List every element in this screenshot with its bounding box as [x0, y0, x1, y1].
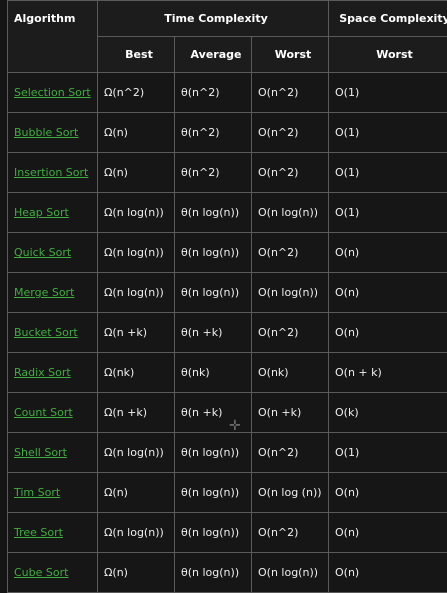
- best-cell: Ω(n log(n)): [98, 193, 175, 233]
- table-row: Count Sort Ω(n +k) θ(n +k) O(n +k) O(k): [8, 393, 447, 433]
- space-cell: O(n): [329, 473, 447, 513]
- average-cell: θ(n +k): [175, 313, 252, 353]
- algorithm-link-heap-sort[interactable]: Heap Sort: [14, 206, 69, 219]
- table-row: Selection Sort Ω(n^2) θ(n^2) O(n^2) O(1): [8, 73, 447, 113]
- worst-cell: O(n log(n)): [252, 193, 329, 233]
- worst-cell: O(n^2): [252, 313, 329, 353]
- worst-cell: O(n^2): [252, 513, 329, 553]
- algorithm-link-count-sort[interactable]: Count Sort: [14, 406, 73, 419]
- average-cell: θ(n^2): [175, 153, 252, 193]
- average-cell: θ(n log(n)): [175, 433, 252, 473]
- best-cell: Ω(n +k): [98, 393, 175, 433]
- table-row: Heap Sort Ω(n log(n)) θ(n log(n)) O(n lo…: [8, 193, 447, 233]
- best-cell: Ω(n log(n)): [98, 513, 175, 553]
- worst-cell: O(n log (n)): [252, 473, 329, 513]
- space-cell: O(n): [329, 273, 447, 313]
- worst-cell: O(n log(n)): [252, 553, 329, 593]
- worst-header: Worst: [252, 37, 329, 73]
- worst-cell: O(n^2): [252, 153, 329, 193]
- space-worst-header: Worst: [329, 37, 447, 73]
- worst-cell: O(n +k): [252, 393, 329, 433]
- algorithm-link-bubble-sort[interactable]: Bubble Sort: [14, 126, 78, 139]
- average-cell: θ(n log(n)): [175, 553, 252, 593]
- best-cell: Ω(n^2): [98, 73, 175, 113]
- best-cell: Ω(n): [98, 113, 175, 153]
- table-row: Radix Sort Ω(nk) θ(nk) O(nk) O(n + k): [8, 353, 447, 393]
- average-cell: θ(n log(n)): [175, 273, 252, 313]
- algorithm-link-bucket-sort[interactable]: Bucket Sort: [14, 326, 78, 339]
- space-cell: O(n): [329, 553, 447, 593]
- best-cell: Ω(n): [98, 553, 175, 593]
- average-cell: θ(n log(n)): [175, 473, 252, 513]
- algorithm-link-tree-sort[interactable]: Tree Sort: [14, 526, 63, 539]
- worst-cell: O(nk): [252, 353, 329, 393]
- average-cell: θ(nk): [175, 353, 252, 393]
- algorithm-link-insertion-sort[interactable]: Insertion Sort: [14, 166, 88, 179]
- algorithm-link-quick-sort[interactable]: Quick Sort: [14, 246, 71, 259]
- algorithm-link-radix-sort[interactable]: Radix Sort: [14, 366, 71, 379]
- space-cell: O(n): [329, 313, 447, 353]
- space-cell: O(1): [329, 433, 447, 473]
- worst-cell: O(n^2): [252, 233, 329, 273]
- space-cell: O(n): [329, 513, 447, 553]
- table-row: Insertion Sort Ω(n) θ(n^2) O(n^2) O(1): [8, 153, 447, 193]
- space-cell: O(1): [329, 193, 447, 233]
- space-cell: O(n): [329, 233, 447, 273]
- complexity-table: Algorithm Time Complexity Space Complexi…: [7, 0, 447, 593]
- average-cell: θ(n log(n)): [175, 513, 252, 553]
- table-row: Tim Sort Ω(n) θ(n log(n)) O(n log (n)) O…: [8, 473, 447, 513]
- algorithm-header: Algorithm: [8, 1, 98, 73]
- algorithm-link-shell-sort[interactable]: Shell Sort: [14, 446, 67, 459]
- best-cell: Ω(n): [98, 473, 175, 513]
- best-cell: Ω(n log(n)): [98, 233, 175, 273]
- best-header: Best: [98, 37, 175, 73]
- worst-cell: O(n^2): [252, 433, 329, 473]
- time-complexity-header: Time Complexity: [98, 1, 329, 37]
- space-cell: O(k): [329, 393, 447, 433]
- move-cursor-icon: ✛: [229, 418, 241, 434]
- best-cell: Ω(n +k): [98, 313, 175, 353]
- table-row: Tree Sort Ω(n log(n)) θ(n log(n)) O(n^2)…: [8, 513, 447, 553]
- best-cell: Ω(n log(n)): [98, 433, 175, 473]
- algorithm-link-cube-sort[interactable]: Cube Sort: [14, 566, 68, 579]
- algorithm-link-selection-sort[interactable]: Selection Sort: [14, 86, 91, 99]
- algorithm-link-tim-sort[interactable]: Tim Sort: [14, 486, 60, 499]
- average-cell: θ(n log(n)): [175, 233, 252, 273]
- average-cell: θ(n log(n)): [175, 193, 252, 233]
- space-cell: O(1): [329, 153, 447, 193]
- space-cell: O(1): [329, 113, 447, 153]
- space-cell: O(n + k): [329, 353, 447, 393]
- space-cell: O(1): [329, 73, 447, 113]
- worst-cell: O(n log(n)): [252, 273, 329, 313]
- table-row: Merge Sort Ω(n log(n)) θ(n log(n)) O(n l…: [8, 273, 447, 313]
- average-header: Average: [175, 37, 252, 73]
- table-row: Quick Sort Ω(n log(n)) θ(n log(n)) O(n^2…: [8, 233, 447, 273]
- average-cell: θ(n^2): [175, 73, 252, 113]
- table-row: Bubble Sort Ω(n) θ(n^2) O(n^2) O(1): [8, 113, 447, 153]
- table-row: Bucket Sort Ω(n +k) θ(n +k) O(n^2) O(n): [8, 313, 447, 353]
- header-row-top: Algorithm Time Complexity Space Complexi…: [8, 1, 447, 37]
- space-complexity-header: Space Complexity: [329, 1, 447, 37]
- best-cell: Ω(nk): [98, 353, 175, 393]
- average-cell: θ(n^2): [175, 113, 252, 153]
- worst-cell: O(n^2): [252, 73, 329, 113]
- worst-cell: O(n^2): [252, 113, 329, 153]
- table-row: Shell Sort Ω(n log(n)) θ(n log(n)) O(n^2…: [8, 433, 447, 473]
- best-cell: Ω(n log(n)): [98, 273, 175, 313]
- best-cell: Ω(n): [98, 153, 175, 193]
- algorithm-link-merge-sort[interactable]: Merge Sort: [14, 286, 74, 299]
- table-row: Cube Sort Ω(n) θ(n log(n)) O(n log(n)) O…: [8, 553, 447, 593]
